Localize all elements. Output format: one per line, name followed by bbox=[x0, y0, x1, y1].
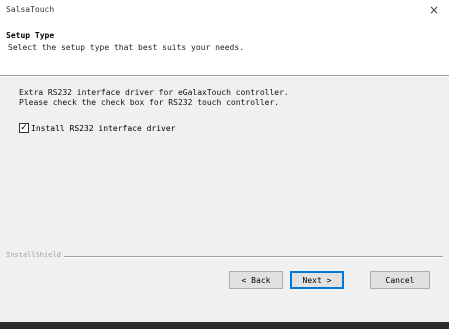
installshield-label: InstallShield bbox=[6, 251, 64, 259]
rs232-driver-label[interactable]: Install RS232 interface driver bbox=[31, 124, 176, 133]
installshield-group: InstallShield bbox=[6, 251, 443, 261]
setup-dialog: SalsaTouch × Setup Type Select the setup… bbox=[0, 0, 449, 329]
close-icon[interactable]: × bbox=[427, 3, 441, 17]
header-panel: Setup Type Select the setup type that be… bbox=[0, 22, 449, 75]
window-title: SalsaTouch bbox=[6, 5, 55, 14]
footer-divider bbox=[6, 256, 443, 258]
content-panel: Extra RS232 interface driver for eGalaxT… bbox=[0, 77, 449, 262]
next-button[interactable]: Next > bbox=[290, 271, 344, 289]
rs232-driver-option[interactable]: ✓ Install RS232 interface driver bbox=[19, 122, 176, 134]
taskbar-strip bbox=[0, 322, 449, 329]
description-line-2: Please check the check box for RS232 tou… bbox=[19, 98, 280, 107]
page-title: Setup Type bbox=[6, 31, 55, 40]
page-subtitle: Select the setup type that best suits yo… bbox=[8, 43, 245, 52]
rs232-driver-checkbox[interactable]: ✓ bbox=[19, 123, 29, 133]
check-icon: ✓ bbox=[20, 122, 28, 133]
title-bar[interactable]: SalsaTouch × bbox=[0, 0, 449, 22]
back-button[interactable]: < Back bbox=[229, 271, 283, 289]
cancel-button[interactable]: Cancel bbox=[370, 271, 430, 289]
description-line-1: Extra RS232 interface driver for eGalaxT… bbox=[19, 88, 289, 97]
